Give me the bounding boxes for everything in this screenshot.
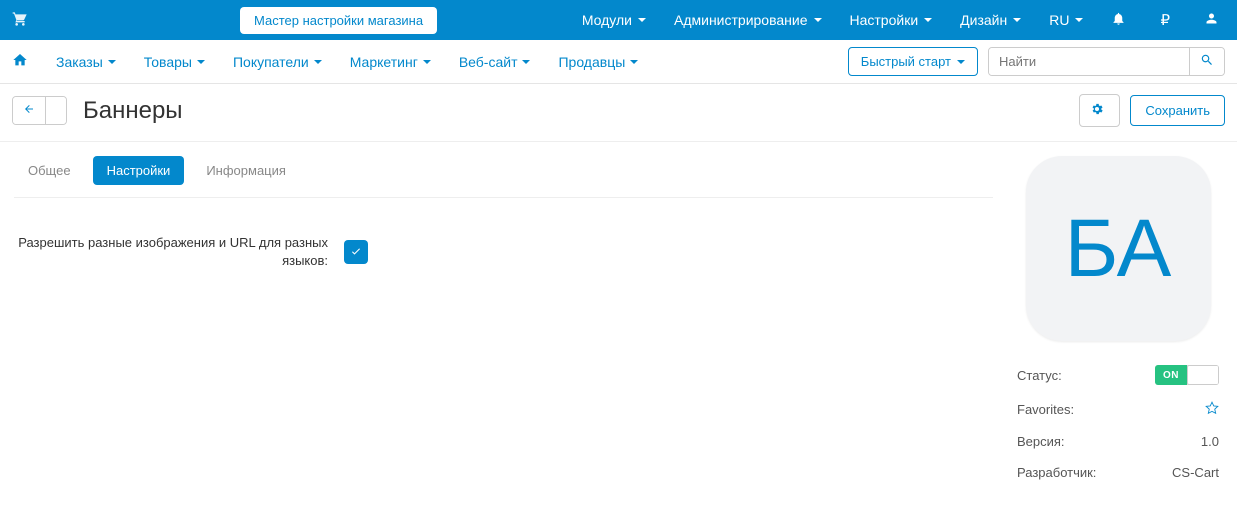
search-icon <box>1200 53 1214 70</box>
tab-settings[interactable]: Настройки <box>93 156 185 185</box>
form-row-allow-images: Разрешить разные изображения и URL для р… <box>14 234 993 270</box>
addon-icon: БА <box>1026 156 1211 341</box>
developer-value: CS-Cart <box>1172 465 1219 480</box>
nav-left: Заказы Товары Покупатели Маркетинг Веб-с… <box>12 52 638 71</box>
status-row: Статус: ON <box>1013 357 1223 393</box>
navbar: Заказы Товары Покупатели Маркетинг Веб-с… <box>0 40 1237 84</box>
nav-item-vendors[interactable]: Продавцы <box>558 54 638 70</box>
nav-item-label: Маркетинг <box>350 54 418 70</box>
favorites-row: Favorites: <box>1013 393 1223 426</box>
nav-item-customers[interactable]: Покупатели <box>233 54 322 70</box>
search-group <box>988 47 1225 76</box>
settings-dropdown[interactable] <box>1079 94 1120 127</box>
favorite-star-icon[interactable] <box>1205 401 1219 418</box>
save-button[interactable]: Сохранить <box>1130 95 1225 126</box>
topbar-left: Мастер настройки магазина <box>12 7 437 34</box>
toggle-on-label: ON <box>1155 365 1187 385</box>
nav-item-label: Заказы <box>56 54 103 70</box>
currency-label: ₽ <box>1160 11 1170 29</box>
bell-icon <box>1111 11 1126 29</box>
main-panel: Общее Настройки Информация Разрешить раз… <box>14 156 993 270</box>
caret-down-icon <box>197 60 205 64</box>
top-menu-admin[interactable]: Администрирование <box>674 12 822 28</box>
nav-item-label: Товары <box>144 54 192 70</box>
title-row: Баннеры Сохранить <box>0 84 1237 142</box>
developer-row: Разработчик: CS-Cart <box>1013 457 1223 488</box>
home-icon[interactable] <box>12 52 28 71</box>
title-actions: Сохранить <box>1079 94 1225 127</box>
caret-down-icon <box>1075 18 1083 22</box>
currency-selector[interactable]: ₽ <box>1160 11 1176 29</box>
quick-start-button[interactable]: Быстрый старт <box>848 47 978 76</box>
content: Общее Настройки Информация Разрешить раз… <box>0 142 1237 502</box>
caret-down-icon <box>423 60 431 64</box>
developer-label: Разработчик: <box>1017 465 1096 480</box>
tab-general[interactable]: Общее <box>14 156 85 185</box>
page-title: Баннеры <box>83 97 183 125</box>
tab-info[interactable]: Информация <box>192 156 300 185</box>
back-dropdown[interactable] <box>45 97 66 124</box>
caret-down-icon <box>638 18 646 22</box>
caret-down-icon <box>522 60 530 64</box>
nav-item-label: Продавцы <box>558 54 625 70</box>
language-selector[interactable]: RU <box>1049 12 1083 28</box>
caret-down-icon <box>108 60 116 64</box>
cart-icon[interactable] <box>12 11 28 30</box>
notifications-button[interactable] <box>1111 11 1132 29</box>
nav-right: Быстрый старт <box>848 47 1225 76</box>
search-button[interactable] <box>1189 48 1224 75</box>
caret-down-icon <box>314 60 322 64</box>
caret-down-icon <box>814 18 822 22</box>
topbar: Мастер настройки магазина Модули Админис… <box>0 0 1237 40</box>
allow-images-checkbox[interactable] <box>344 240 368 264</box>
version-row: Версия: 1.0 <box>1013 426 1223 457</box>
caret-down-icon <box>630 60 638 64</box>
status-toggle[interactable]: ON <box>1155 365 1219 385</box>
top-menu-label: Настройки <box>850 12 919 28</box>
nav-item-orders[interactable]: Заказы <box>56 54 116 70</box>
caret-down-icon <box>1013 18 1021 22</box>
check-icon <box>350 245 362 260</box>
nav-item-label: Веб-сайт <box>459 54 518 70</box>
version-value: 1.0 <box>1201 434 1219 449</box>
favorites-label: Favorites: <box>1017 402 1074 417</box>
top-menu-label: Администрирование <box>674 12 808 28</box>
arrow-left-icon <box>23 103 35 118</box>
version-label: Версия: <box>1017 434 1065 449</box>
back-button-group <box>12 96 67 125</box>
nav-item-website[interactable]: Веб-сайт <box>459 54 531 70</box>
top-menu-settings[interactable]: Настройки <box>850 12 933 28</box>
nav-item-marketing[interactable]: Маркетинг <box>350 54 431 70</box>
tabs: Общее Настройки Информация <box>14 156 993 198</box>
sidebar: БА Статус: ON Favorites: Версия: 1.0 Раз… <box>1013 156 1223 488</box>
top-menu-design[interactable]: Дизайн <box>960 12 1021 28</box>
top-menu-label: Дизайн <box>960 12 1007 28</box>
top-menu-modules[interactable]: Модули <box>582 12 646 28</box>
top-menu-label: Модули <box>582 12 632 28</box>
search-input[interactable] <box>989 48 1189 75</box>
toggle-knob <box>1187 365 1219 385</box>
status-label: Статус: <box>1017 368 1062 383</box>
allow-images-label: Разрешить разные изображения и URL для р… <box>14 234 344 270</box>
nav-item-label: Покупатели <box>233 54 309 70</box>
nav-item-products[interactable]: Товары <box>144 54 205 70</box>
gear-icon <box>1090 102 1104 119</box>
user-icon <box>1204 11 1219 29</box>
quick-start-label: Быстрый старт <box>861 54 951 69</box>
caret-down-icon <box>924 18 932 22</box>
back-button[interactable] <box>13 97 45 124</box>
caret-down-icon <box>957 60 965 64</box>
wizard-button[interactable]: Мастер настройки магазина <box>240 7 437 34</box>
topbar-right: Модули Администрирование Настройки Дизай… <box>582 11 1225 29</box>
user-menu[interactable] <box>1204 11 1225 29</box>
language-label: RU <box>1049 12 1069 28</box>
